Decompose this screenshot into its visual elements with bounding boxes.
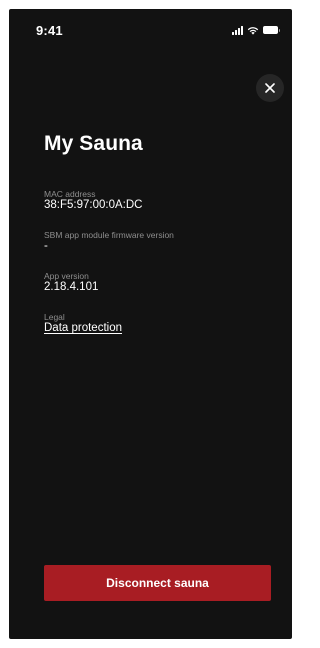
app-version-section: App version 2.18.4.101 <box>44 271 98 294</box>
close-button[interactable] <box>256 74 284 102</box>
page-title: My Sauna <box>44 132 143 155</box>
firmware-value: - <box>44 240 48 252</box>
close-icon <box>265 83 275 93</box>
mac-address-value: 38:F5:97:00:0A:DC <box>44 199 143 211</box>
firmware-label: SBM app module firmware version <box>44 230 174 240</box>
signal-icon <box>232 26 243 35</box>
app-version-label: App version <box>44 271 89 281</box>
status-time: 9:41 <box>36 23 63 38</box>
status-icons <box>232 24 280 35</box>
firmware-section: SBM app module firmware version - <box>44 230 174 253</box>
data-protection-link[interactable]: Data protection <box>44 322 122 334</box>
legal-section: Legal Data protection <box>44 312 122 335</box>
app-screen: 9:41 My Sauna MAC address 38:F5:97:00:0A… <box>9 9 292 639</box>
disconnect-sauna-button[interactable]: Disconnect sauna <box>44 565 271 601</box>
legal-label: Legal <box>44 312 65 322</box>
mac-address-section: MAC address 38:F5:97:00:0A:DC <box>44 189 142 212</box>
mac-address-label: MAC address <box>44 189 96 199</box>
app-version-value: 2.18.4.101 <box>44 281 99 293</box>
battery-icon <box>263 26 280 34</box>
status-bar: 9:41 <box>9 9 292 45</box>
wifi-icon <box>247 26 259 35</box>
